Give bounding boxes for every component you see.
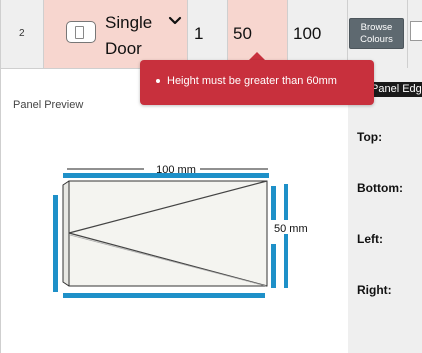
edge-bottom-label: Bottom: bbox=[357, 181, 403, 195]
height-dimension-label: 50 mm bbox=[274, 223, 308, 235]
height-error-tooltip: Height must be greater than 60mm bbox=[140, 60, 374, 105]
browse-colours-button[interactable]: Browse Colours bbox=[349, 18, 404, 49]
height-error-message: Height must be greater than 60mm bbox=[167, 75, 337, 87]
height-value: 50 bbox=[233, 24, 252, 43]
left-edge-band bbox=[53, 195, 58, 292]
row-number: 2 bbox=[19, 28, 25, 39]
browse-line1: Browse bbox=[360, 22, 393, 33]
top-edge-band bbox=[63, 173, 269, 178]
edge-left-label: Left: bbox=[357, 232, 383, 246]
edge-top-label: Top: bbox=[357, 130, 383, 144]
quantity-field[interactable]: 1 bbox=[188, 0, 228, 68]
row-checkbox[interactable] bbox=[410, 21, 422, 41]
panel-preview-title: Panel Preview bbox=[13, 99, 84, 111]
right-edge-band-outer bbox=[284, 184, 288, 288]
door-row: 2 Single Door 1 50 100 Browse Colours bbox=[0, 0, 422, 69]
width-field[interactable]: 100 bbox=[288, 0, 348, 68]
row-select-cell bbox=[408, 0, 422, 68]
right-edge-band-bottom bbox=[271, 244, 276, 288]
browse-colours-cell: Browse Colours bbox=[348, 0, 408, 68]
bottom-edge-band bbox=[63, 293, 265, 298]
quantity-value: 1 bbox=[194, 24, 204, 43]
panel-face bbox=[68, 180, 268, 287]
door-thumbnail-icon bbox=[66, 21, 96, 43]
edge-right-label: Right: bbox=[357, 283, 392, 297]
panel-edging-section bbox=[348, 68, 422, 353]
width-value: 100 bbox=[293, 24, 322, 43]
door-type-select[interactable]: Single Door bbox=[44, 0, 188, 68]
row-number-cell: 2 bbox=[0, 0, 44, 68]
browse-line2: Colours bbox=[360, 34, 393, 45]
door-type-line1: Single bbox=[105, 13, 153, 32]
panel-preview-diagram: 100 mm 50 mm bbox=[53, 161, 315, 298]
bullet-icon bbox=[156, 79, 160, 83]
door-type-line2: Door bbox=[105, 39, 142, 58]
chevron-down-icon bbox=[168, 16, 182, 25]
door-type-label: Single Door bbox=[105, 10, 152, 62]
panel-edging-header: Panel Edging bbox=[368, 82, 422, 97]
